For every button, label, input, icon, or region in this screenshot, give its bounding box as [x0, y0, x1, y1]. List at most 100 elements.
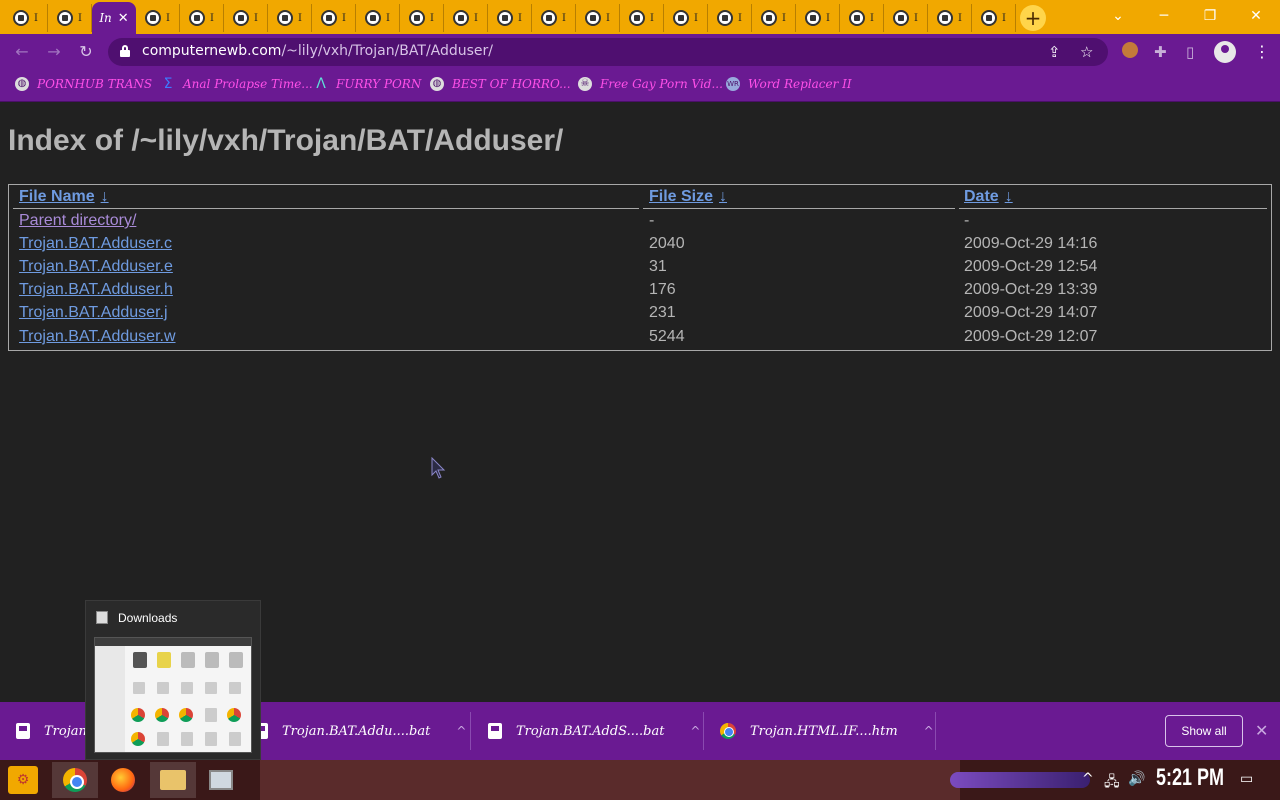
file-size: 5244 [649, 328, 685, 345]
tray-chevron-icon[interactable]: ^ [1082, 771, 1094, 787]
bookmark-star-icon[interactable]: ☆ [1080, 43, 1093, 61]
notification-icon[interactable]: ▭ [1240, 771, 1253, 787]
file-link[interactable]: Trojan.BAT.Adduser.w [19, 328, 176, 346]
file-date: - [964, 212, 970, 229]
tab-title: I [430, 12, 434, 24]
back-icon[interactable]: ← [12, 42, 32, 61]
file-link[interactable]: Trojan.BAT.Adduser.j [19, 304, 168, 322]
show-all-button[interactable]: Show all [1165, 715, 1243, 747]
taskbar-firefox[interactable] [100, 762, 146, 798]
bookmark-item[interactable]: Σ Anal Prolapse Time... [161, 77, 313, 91]
taskbar-screen-app[interactable] [198, 762, 244, 798]
column-header-date[interactable]: Date ↓ [964, 188, 1013, 206]
close-icon[interactable]: ✕ [1255, 721, 1268, 740]
mini-file-icon [205, 652, 219, 668]
download-filename: Trojan.BAT.AddS....bat [516, 723, 665, 739]
favicon-icon [717, 10, 734, 26]
favicon-icon [761, 10, 778, 26]
tab[interactable]: I [972, 4, 1016, 32]
tab[interactable]: I [224, 4, 268, 32]
tab[interactable]: I [532, 4, 576, 32]
taskbar-chrome[interactable] [52, 762, 98, 798]
tab[interactable]: I [752, 4, 796, 32]
bookmark-item[interactable]: ◍ BEST OF HORRO... [430, 77, 571, 91]
url-path: /~lily/vxh/Trojan/BAT/Adduser/ [281, 43, 494, 59]
tab[interactable]: I [620, 4, 664, 32]
tab[interactable]: I [664, 4, 708, 32]
file-link[interactable]: Trojan.BAT.Adduser.e [19, 258, 173, 276]
profile-avatar[interactable] [1214, 41, 1236, 63]
tab[interactable]: I [796, 4, 840, 32]
table-row: Trojan.BAT.Adduser.c 2040 2009-Oct-29 14… [9, 235, 1271, 258]
tab[interactable]: I [400, 4, 444, 32]
start-button[interactable]: ⚙ [8, 766, 38, 794]
tab[interactable]: I [928, 4, 972, 32]
tab[interactable]: I [708, 4, 752, 32]
chevron-up-icon[interactable]: ^ [456, 724, 466, 738]
downloads-window-preview[interactable]: Downloads [85, 600, 261, 760]
tab[interactable]: I [4, 4, 48, 32]
file-link[interactable]: Trojan.BAT.Adduser.c [19, 235, 172, 253]
file-date: 2009-Oct-29 12:54 [964, 258, 1098, 275]
network-icon[interactable]: 🖧 [1104, 771, 1120, 795]
column-header-label: Date [964, 188, 999, 205]
file-link[interactable]: Trojan.BAT.Adduser.h [19, 281, 173, 299]
file-link[interactable]: Parent directory/ [19, 212, 136, 230]
file-date: 2009-Oct-29 14:16 [964, 235, 1098, 252]
tab[interactable]: I [48, 4, 92, 32]
extension-avatar-icon[interactable] [1122, 42, 1138, 58]
tab[interactable]: I [840, 4, 884, 32]
reload-icon[interactable]: ↻ [76, 42, 96, 61]
tab[interactable]: I [136, 4, 180, 32]
tab[interactable]: I [180, 4, 224, 32]
minimize-button[interactable]: ─ [1154, 8, 1174, 24]
forward-icon[interactable]: → [44, 42, 64, 61]
chevron-up-icon[interactable]: ^ [924, 724, 934, 738]
bookmark-item[interactable]: WR Word Replacer II [726, 77, 852, 91]
bookmark-item[interactable]: ☠ Free Gay Porn Vid... [578, 77, 723, 91]
taskbar-clock[interactable]: 5:21 PM [1156, 764, 1224, 792]
lock-icon[interactable] [120, 45, 130, 57]
share-icon[interactable]: ⇪ [1048, 43, 1061, 61]
side-panel-icon[interactable]: ▯ [1186, 43, 1194, 61]
bookmark-item[interactable]: Λ FURRY PORN [314, 77, 421, 91]
favicon-icon [277, 10, 294, 26]
close-window-button[interactable]: ✕ [1246, 8, 1266, 24]
tab[interactable]: I [312, 4, 356, 32]
column-header-label: File Size [649, 188, 714, 205]
download-item[interactable]: Trojan.BAT.Addu....bat ^ [254, 702, 466, 760]
download-item[interactable]: Trojan.HTML.IF....htm ^ [720, 702, 934, 760]
tab[interactable]: I [576, 4, 620, 32]
new-tab-button[interactable]: + [1020, 5, 1046, 31]
close-icon[interactable]: ✕ [118, 11, 129, 26]
menu-icon[interactable]: ⋮ [1254, 42, 1270, 61]
chevron-up-icon[interactable]: ^ [690, 724, 700, 738]
tab[interactable]: I [356, 4, 400, 32]
tab[interactable]: I [444, 4, 488, 32]
favicon-icon [189, 10, 206, 26]
url-text[interactable]: computernewb.com/~lily/vxh/Trojan/BAT/Ad… [142, 43, 493, 59]
download-item[interactable]: Trojan [16, 702, 87, 760]
tab[interactable]: I [884, 4, 928, 32]
mini-file-icon [157, 652, 171, 668]
tab[interactable]: I [488, 4, 532, 32]
favicon-icon [629, 10, 646, 26]
download-item[interactable]: Trojan.BAT.AddS....bat ^ [488, 702, 700, 760]
tab-search-icon[interactable]: ⌄ [1108, 8, 1128, 24]
column-header-file-name[interactable]: File Name ↓ [19, 188, 109, 206]
tab[interactable]: I [268, 4, 312, 32]
tab-title: In [99, 11, 112, 25]
volume-icon[interactable]: 🔊 [1128, 771, 1145, 787]
file-size: - [649, 212, 655, 229]
tab-active[interactable]: In ✕ [92, 2, 136, 34]
bookmark-item[interactable]: ◍ PORNHUB TRANS [15, 77, 152, 91]
taskbar-file-explorer[interactable] [150, 762, 196, 798]
firefox-icon [111, 768, 135, 792]
column-header-file-size[interactable]: File Size ↓ [649, 188, 727, 206]
header-divider [13, 208, 639, 209]
address-bar[interactable]: computernewb.com/~lily/vxh/Trojan/BAT/Ad… [108, 38, 1108, 66]
restore-button[interactable]: ❐ [1200, 8, 1220, 24]
file-date: 2009-Oct-29 14:07 [964, 304, 1098, 321]
extensions-puzzle-icon[interactable]: ✚ [1154, 43, 1167, 61]
sort-arrow-icon: ↓ [1004, 188, 1013, 205]
